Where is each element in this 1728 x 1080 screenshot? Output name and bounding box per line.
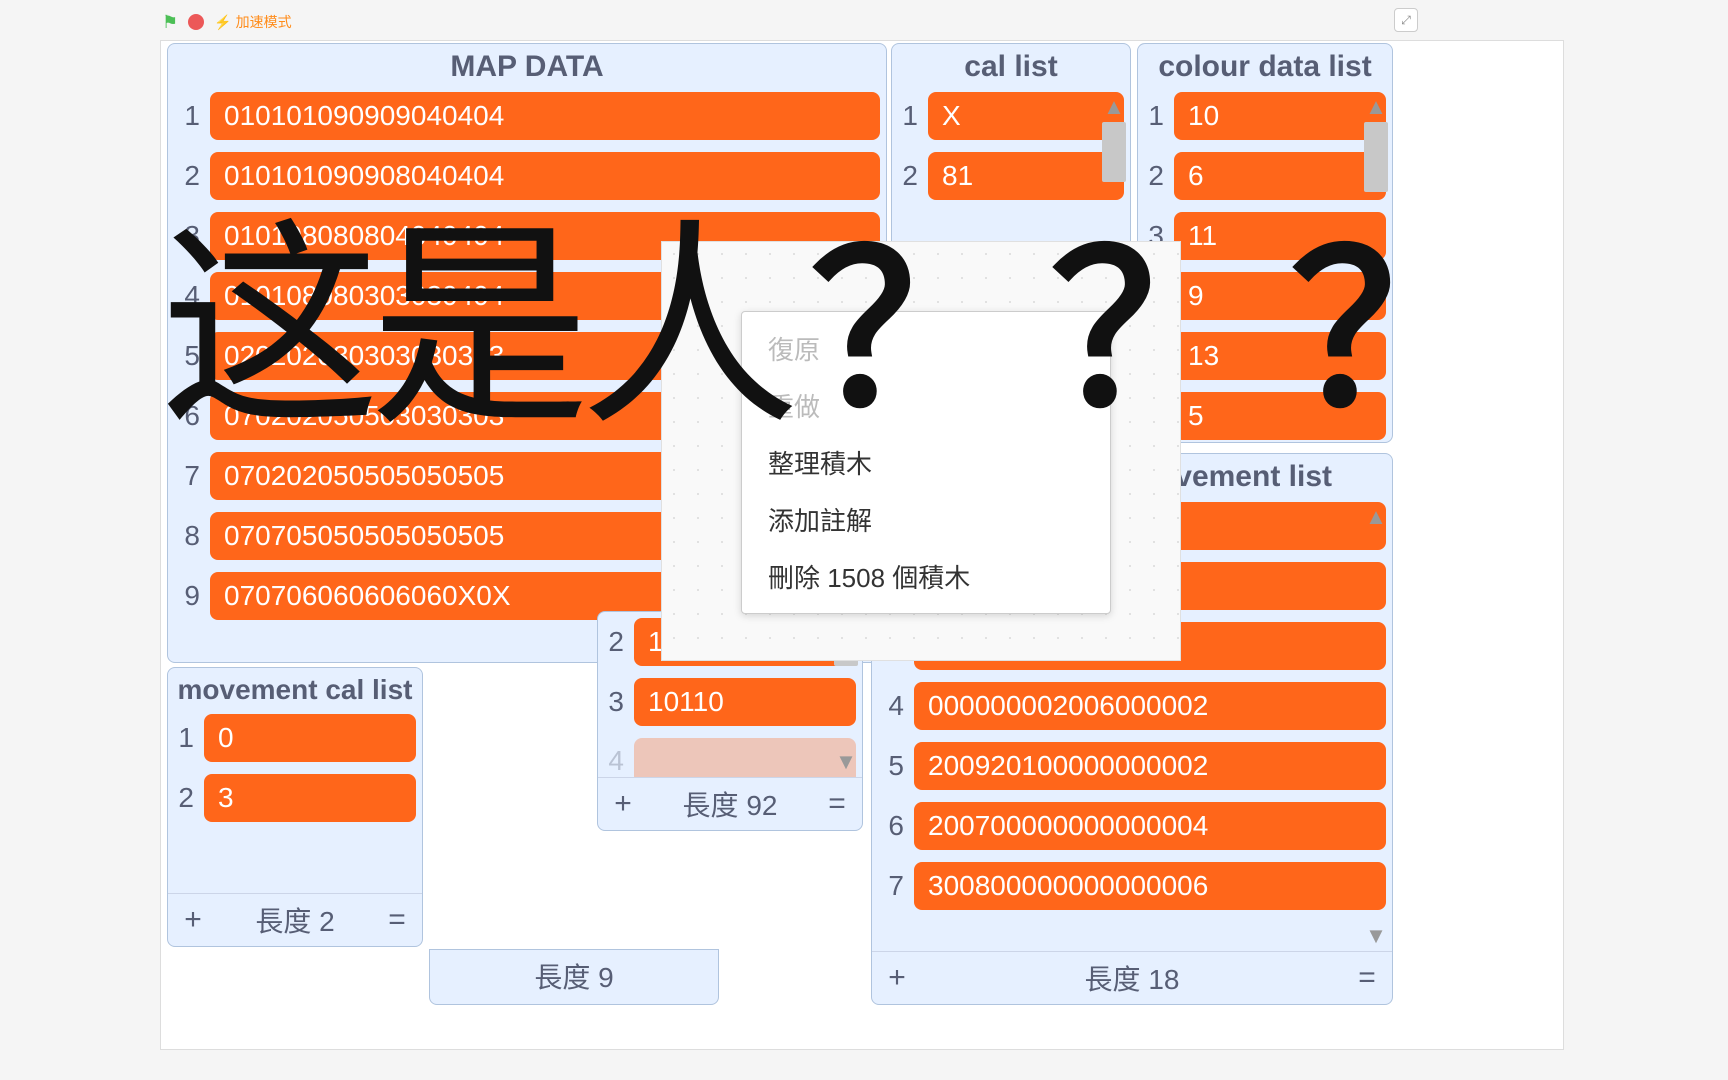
list-footer: + 長度 2 = xyxy=(168,893,422,946)
list-row[interactable]: 110 xyxy=(1144,92,1386,140)
list-row[interactable]: 7300800000000000006 xyxy=(878,862,1386,910)
list-title: cal list xyxy=(892,44,1130,92)
menu-clean-up[interactable]: 整理積木 xyxy=(742,434,1110,491)
list-row[interactable]: 4 xyxy=(604,738,856,777)
scroll-down-icon[interactable]: ▼ xyxy=(1365,925,1387,947)
list-length: 長度 92 xyxy=(638,784,822,824)
resize-handle[interactable]: = xyxy=(382,903,412,937)
list-title: MAP DATA xyxy=(168,44,886,92)
scroll-up-icon[interactable]: ▲ xyxy=(1365,506,1387,528)
list-footer: + 長度 18 = xyxy=(872,951,1392,1004)
list-row[interactable]: 310110 xyxy=(604,678,856,726)
list-footer: + 長度 92 = xyxy=(598,777,862,830)
list-row[interactable]: 26 xyxy=(1144,152,1386,200)
scroll-down-icon[interactable]: ▼ xyxy=(835,751,857,773)
stage: MAP DATA 1010101090909040404 20101010909… xyxy=(160,40,1564,1050)
stop-icon[interactable] xyxy=(188,14,204,30)
scroll-up-icon[interactable]: ▲ xyxy=(1365,96,1387,118)
scroll-thumb[interactable] xyxy=(1364,122,1388,192)
add-item-button[interactable]: + xyxy=(882,961,912,995)
list-length: 長度 9 xyxy=(440,956,708,996)
bolt-icon: ⚡ xyxy=(214,14,231,31)
list-row[interactable]: 1X xyxy=(898,92,1124,140)
add-item-button[interactable]: + xyxy=(608,787,638,821)
list-row[interactable]: 23 xyxy=(174,774,416,822)
list-body: 10 23 xyxy=(168,714,422,893)
list-row[interactable]: 281 xyxy=(898,152,1124,200)
scrollbar[interactable]: ▲ xyxy=(1362,96,1390,438)
resize-handle[interactable]: = xyxy=(822,787,852,821)
list-length: 長度 2 xyxy=(208,900,382,940)
stage-header: ⚑ ⚡ 加速模式 xyxy=(0,8,1728,36)
turbo-label: 加速模式 xyxy=(236,12,292,32)
list-row[interactable]: 2010101090908040404 xyxy=(174,152,880,200)
scroll-thumb[interactable] xyxy=(1102,122,1126,182)
menu-undo: 復原 xyxy=(742,320,1110,377)
list-row[interactable]: 10 xyxy=(174,714,416,762)
turbo-mode-indicator: ⚡ 加速模式 xyxy=(214,12,291,32)
scrollbar[interactable]: ▲ ▼ xyxy=(1362,506,1390,947)
list-row[interactable]: 6200700000000000004 xyxy=(878,802,1386,850)
list-row[interactable]: 1010101090909040404 xyxy=(174,92,880,140)
list-row[interactable]: 4000000002006000002 xyxy=(878,682,1386,730)
green-flag-icon[interactable]: ⚑ xyxy=(162,12,178,33)
add-item-button[interactable]: + xyxy=(178,903,208,937)
menu-redo: 重做 xyxy=(742,377,1110,434)
list-length: 長度 18 xyxy=(912,958,1352,998)
fullscreen-button[interactable]: ⤢ xyxy=(1394,8,1418,32)
list-footer-map-data: 長度 9 xyxy=(429,949,719,1005)
list-row[interactable]: 5200920100000000002 xyxy=(878,742,1386,790)
scroll-up-icon[interactable]: ▲ xyxy=(1103,96,1125,118)
list-title: movement cal list xyxy=(168,668,422,714)
list-title: colour data list xyxy=(1138,44,1392,92)
list-monitor-movement-cal[interactable]: movement cal list 10 23 + 長度 2 = xyxy=(167,667,423,947)
menu-delete-blocks[interactable]: 刪除 1508 個積木 xyxy=(742,548,1110,605)
menu-add-comment[interactable]: 添加註解 xyxy=(742,491,1110,548)
resize-handle[interactable]: = xyxy=(1352,961,1382,995)
context-menu: 復原 重做 整理積木 添加註解 刪除 1508 個積木 xyxy=(741,311,1111,614)
